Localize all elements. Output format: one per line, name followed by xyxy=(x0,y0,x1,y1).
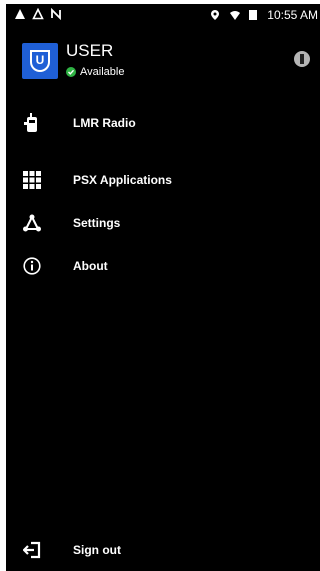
avatar[interactable]: U xyxy=(22,43,58,79)
grid-apps-icon xyxy=(22,170,42,190)
menu-item-psx-applications[interactable]: PSX Applications xyxy=(6,163,320,197)
presence-status[interactable]: Available xyxy=(66,66,124,78)
menu-item-about[interactable]: About xyxy=(6,249,320,283)
menu-label: LMR Radio xyxy=(73,116,136,130)
wifi-icon xyxy=(230,11,241,20)
status-toggle-icon[interactable] xyxy=(294,51,310,67)
avatar-letter: U xyxy=(30,50,50,72)
clock: 10:55 AM xyxy=(267,8,318,22)
presence-label: Available xyxy=(80,66,125,78)
menu-label: PSX Applications xyxy=(73,173,172,187)
outline-alert-icon xyxy=(32,8,44,20)
device-screen: 10:55 AM U USER Available LMR Radio PSX … xyxy=(6,4,320,571)
user-name: USER xyxy=(66,41,114,60)
status-left-icons xyxy=(14,8,62,20)
menu-item-sign-out[interactable]: Sign out xyxy=(6,533,320,567)
location-icon xyxy=(211,10,220,20)
menu-label: Settings xyxy=(73,216,121,230)
menu-item-lmr-radio[interactable]: LMR Radio xyxy=(6,106,320,140)
alert-icon xyxy=(15,9,25,19)
settings-network-icon xyxy=(22,213,42,233)
check-icon xyxy=(66,67,76,77)
sign-out-icon xyxy=(22,540,42,560)
user-profile[interactable]: U USER Available xyxy=(22,41,312,87)
menu-item-settings[interactable]: Settings xyxy=(6,206,320,240)
menu-label: About xyxy=(73,259,108,273)
radio-icon xyxy=(22,113,42,133)
status-bar: 10:55 AM xyxy=(6,4,320,26)
n-icon xyxy=(51,8,61,20)
info-icon xyxy=(22,256,42,276)
menu-label: Sign out xyxy=(73,543,121,557)
battery-icon xyxy=(249,10,258,20)
status-right-icons: 10:55 AM xyxy=(209,8,318,22)
